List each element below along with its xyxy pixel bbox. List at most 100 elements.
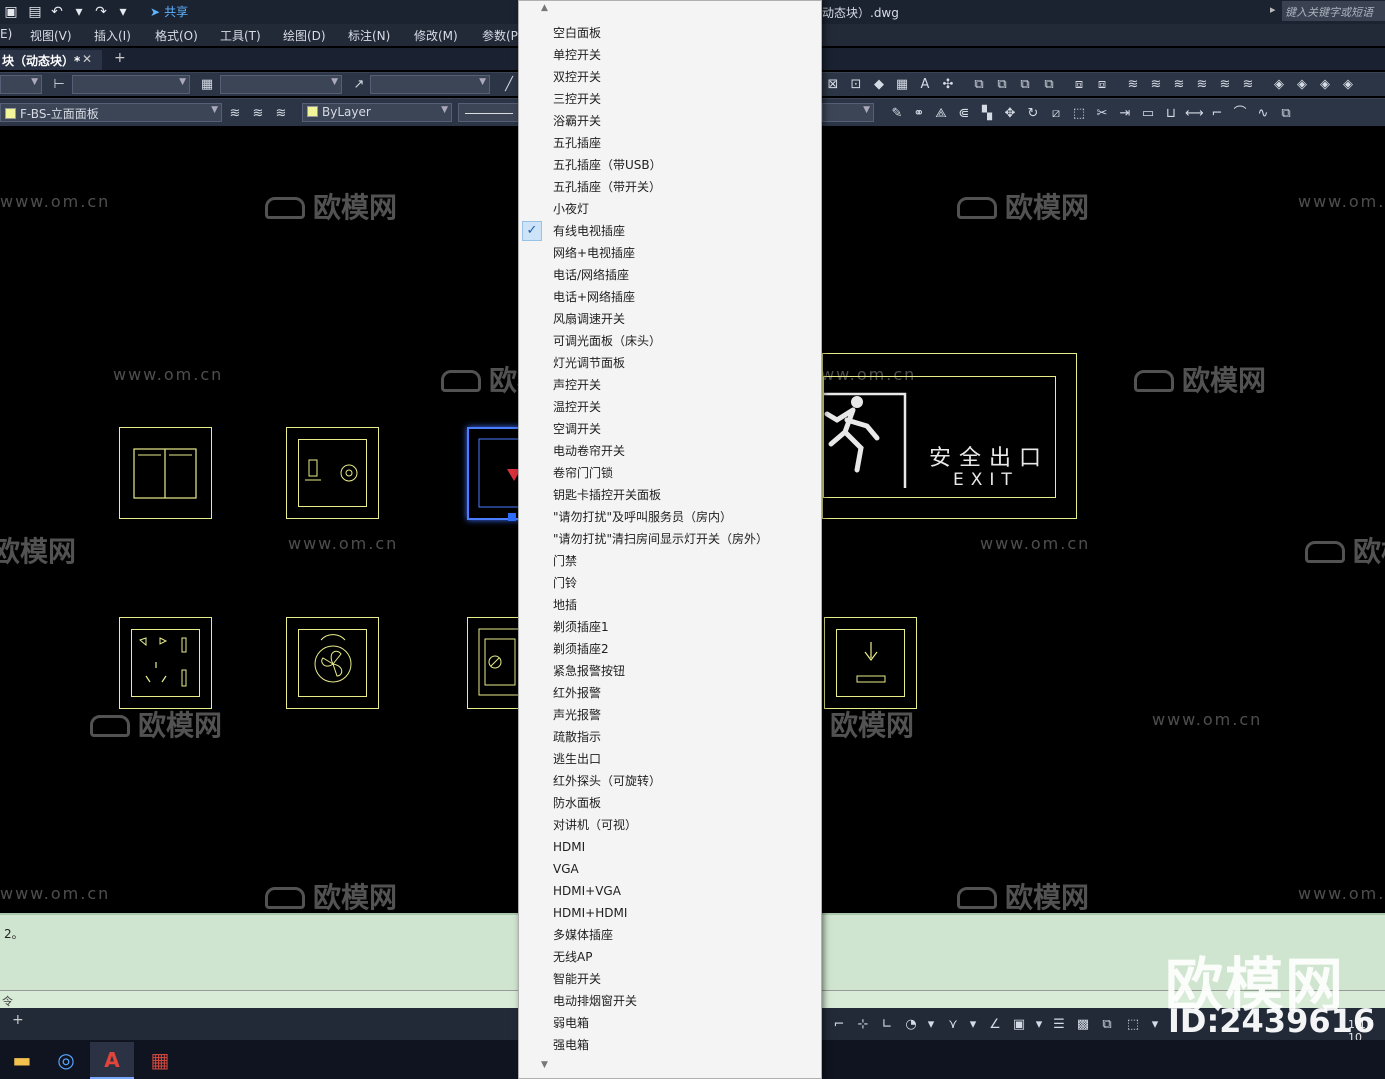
- dropdown-option[interactable]: HDMI: [519, 836, 821, 858]
- snap-icon[interactable]: ⌐: [830, 1016, 848, 1034]
- double-switch-panel-block[interactable]: [119, 427, 212, 519]
- zoom-window-icon[interactable]: ⊡: [847, 76, 865, 94]
- extend-icon[interactable]: ⇥: [1116, 105, 1134, 123]
- dropdown-option[interactable]: 风扇调速开关: [519, 308, 821, 330]
- dropdown-option[interactable]: 门铃: [519, 572, 821, 594]
- share-button[interactable]: ➤ 共享: [150, 3, 188, 20]
- scroll-up-button[interactable]: ▲: [519, 3, 821, 17]
- dropdown-option[interactable]: 弱电箱: [519, 1012, 821, 1034]
- draw-order-back-icon[interactable]: ⧉: [993, 76, 1011, 94]
- dropdown-option[interactable]: 剃须插座2: [519, 638, 821, 660]
- rotate-icon[interactable]: ↻: [1024, 105, 1042, 123]
- switch-with-indicator-panel-block[interactable]: [467, 617, 522, 709]
- undo-icon[interactable]: ↶: [48, 3, 66, 21]
- ortho-icon[interactable]: ∟: [878, 1016, 896, 1034]
- dropdown-option[interactable]: 门禁: [519, 550, 821, 572]
- layer-unlock-icon[interactable]: ◈: [1316, 76, 1334, 94]
- multileader-style-select[interactable]: ▼: [370, 75, 490, 94]
- dropdown-option[interactable]: 网络+电视插座: [519, 242, 821, 264]
- dropdown-option[interactable]: 五孔插座（带开关）: [519, 176, 821, 198]
- dropdown-option[interactable]: 剃须插座1: [519, 616, 821, 638]
- lineweight-select[interactable]: ▼: [822, 103, 874, 122]
- block-icon[interactable]: ◆: [870, 76, 888, 94]
- save-as-icon[interactable]: ▤: [26, 3, 44, 21]
- dropdown-option[interactable]: 温控开关: [519, 396, 821, 418]
- hatch-back-icon[interactable]: ⧈: [1093, 76, 1111, 94]
- menu-parameters[interactable]: 参数(P): [482, 27, 523, 44]
- search-input[interactable]: 键入关键字或短语: [1282, 1, 1385, 21]
- dimension-style-select[interactable]: ▼: [72, 75, 190, 94]
- layer-lock-icon[interactable]: ◈: [1293, 76, 1311, 94]
- line-icon[interactable]: ╱: [500, 76, 518, 94]
- zoom-extents-icon[interactable]: ⊠: [824, 76, 842, 94]
- infer-constraints-icon[interactable]: ⊹: [854, 1016, 872, 1034]
- transparency-icon[interactable]: ▩: [1074, 1016, 1092, 1034]
- draw-order-front-icon[interactable]: ⧉: [970, 76, 988, 94]
- dropdown-option[interactable]: 双控开关: [519, 66, 821, 88]
- file-explorer-icon[interactable]: ▬: [0, 1042, 44, 1079]
- chevron-down-icon[interactable]: ▾: [922, 1016, 940, 1034]
- table-icon[interactable]: ▦: [893, 76, 911, 94]
- close-tab-icon[interactable]: ✕: [82, 52, 92, 66]
- layer-properties-icon[interactable]: ≋: [1124, 76, 1142, 94]
- linetype-select[interactable]: [458, 103, 520, 122]
- layer-select[interactable]: F-BS-立面面板 ▼: [0, 103, 222, 122]
- chamfer-icon[interactable]: ⌐: [1208, 105, 1226, 123]
- key-card-switch-panel-block[interactable]: [824, 617, 917, 709]
- draw-order-below-icon[interactable]: ⧉: [1040, 76, 1058, 94]
- new-tab-button[interactable]: +: [114, 50, 126, 66]
- make-current-layer-icon[interactable]: ≋: [226, 105, 244, 123]
- dropdown-option[interactable]: 疏散指示: [519, 726, 821, 748]
- table-style-select[interactable]: ▼: [220, 75, 342, 94]
- stretch-icon[interactable]: ⬚: [1070, 105, 1088, 123]
- object-snap-icon[interactable]: ▣: [1010, 1016, 1028, 1034]
- layer-off-icon[interactable]: ◈: [1270, 76, 1288, 94]
- dropdown-option[interactable]: 电动卷帘开关: [519, 440, 821, 462]
- dropdown-option[interactable]: 空白面板: [519, 22, 821, 44]
- isodraft-icon[interactable]: ⋎: [944, 1016, 962, 1034]
- dropdown-option[interactable]: 单控开关: [519, 44, 821, 66]
- menu-dimension[interactable]: 标注(N): [348, 27, 390, 44]
- dropdown-option[interactable]: "请勿打扰"及呼叫服务员（房内）: [519, 506, 821, 528]
- dropdown-option[interactable]: 电话/网络插座: [519, 264, 821, 286]
- break-at-point-icon[interactable]: ▭: [1139, 105, 1157, 123]
- dropdown-option[interactable]: 三控开关: [519, 88, 821, 110]
- dropdown-option[interactable]: 五孔插座（带USB）: [519, 154, 821, 176]
- mirror-icon[interactable]: ⟁: [932, 105, 950, 123]
- dropdown-option[interactable]: 对讲机（可视）: [519, 814, 821, 836]
- lookup-dropdown-menu[interactable]: ▲ 空白面板 单控开关 双控开关 三控开关 浴霸开关 五孔插座 五孔插座（带USB） 五孔插座…: [518, 0, 822, 1079]
- menu-modify[interactable]: 修改(M): [414, 27, 458, 44]
- array-icon[interactable]: ▚: [978, 105, 996, 123]
- text-style-select[interactable]: ▼: [0, 75, 42, 94]
- scale-icon[interactable]: ⧄: [1047, 105, 1065, 123]
- tab-active-document[interactable]: 块（动态块）* ✕: [0, 50, 102, 70]
- layer-isolate-icon[interactable]: ≋: [1193, 76, 1211, 94]
- menu-edge-fragment[interactable]: E): [0, 27, 12, 41]
- dropdown-option[interactable]: "请勿打扰"清扫房间显示灯开关（房外）: [519, 528, 821, 550]
- dropdown-option[interactable]: 智能开关: [519, 968, 821, 990]
- dropdown-option[interactable]: 无线AP: [519, 946, 821, 968]
- multileader-style-icon[interactable]: ↗: [350, 76, 368, 94]
- dropdown-option[interactable]: 电话+网络插座: [519, 286, 821, 308]
- selected-dynamic-block[interactable]: [467, 427, 522, 520]
- layer-walk-icon[interactable]: ≋: [1216, 76, 1234, 94]
- color-select[interactable]: ByLayer ▼: [302, 103, 452, 122]
- dropdown-option[interactable]: ✓ 有线电视插座: [519, 220, 821, 242]
- fillet-icon[interactable]: ⌒: [1231, 105, 1249, 123]
- chevron-down-icon[interactable]: ▾: [1146, 1016, 1164, 1034]
- dropdown-option[interactable]: 强电箱: [519, 1034, 821, 1056]
- erase-icon[interactable]: ✎: [888, 105, 906, 123]
- save-icon[interactable]: ▣: [2, 3, 20, 21]
- menu-draw[interactable]: 绘图(D): [283, 27, 326, 44]
- dropdown-option[interactable]: HDMI+VGA: [519, 880, 821, 902]
- menu-tools[interactable]: 工具(T): [220, 27, 261, 44]
- scroll-down-button[interactable]: ▼: [519, 1060, 821, 1074]
- dropdown-option[interactable]: 浴霸开关: [519, 110, 821, 132]
- browser-icon[interactable]: ◎: [44, 1042, 88, 1079]
- menu-insert[interactable]: 插入(I): [94, 27, 131, 44]
- redo-dropdown-icon[interactable]: ▾: [114, 3, 132, 21]
- dimension-style-icon[interactable]: ⊢: [50, 76, 68, 94]
- dropdown-option[interactable]: 可调光面板（床头）: [519, 330, 821, 352]
- chevron-down-icon[interactable]: ▾: [964, 1016, 982, 1034]
- layer-previous-icon[interactable]: ≋: [249, 105, 267, 123]
